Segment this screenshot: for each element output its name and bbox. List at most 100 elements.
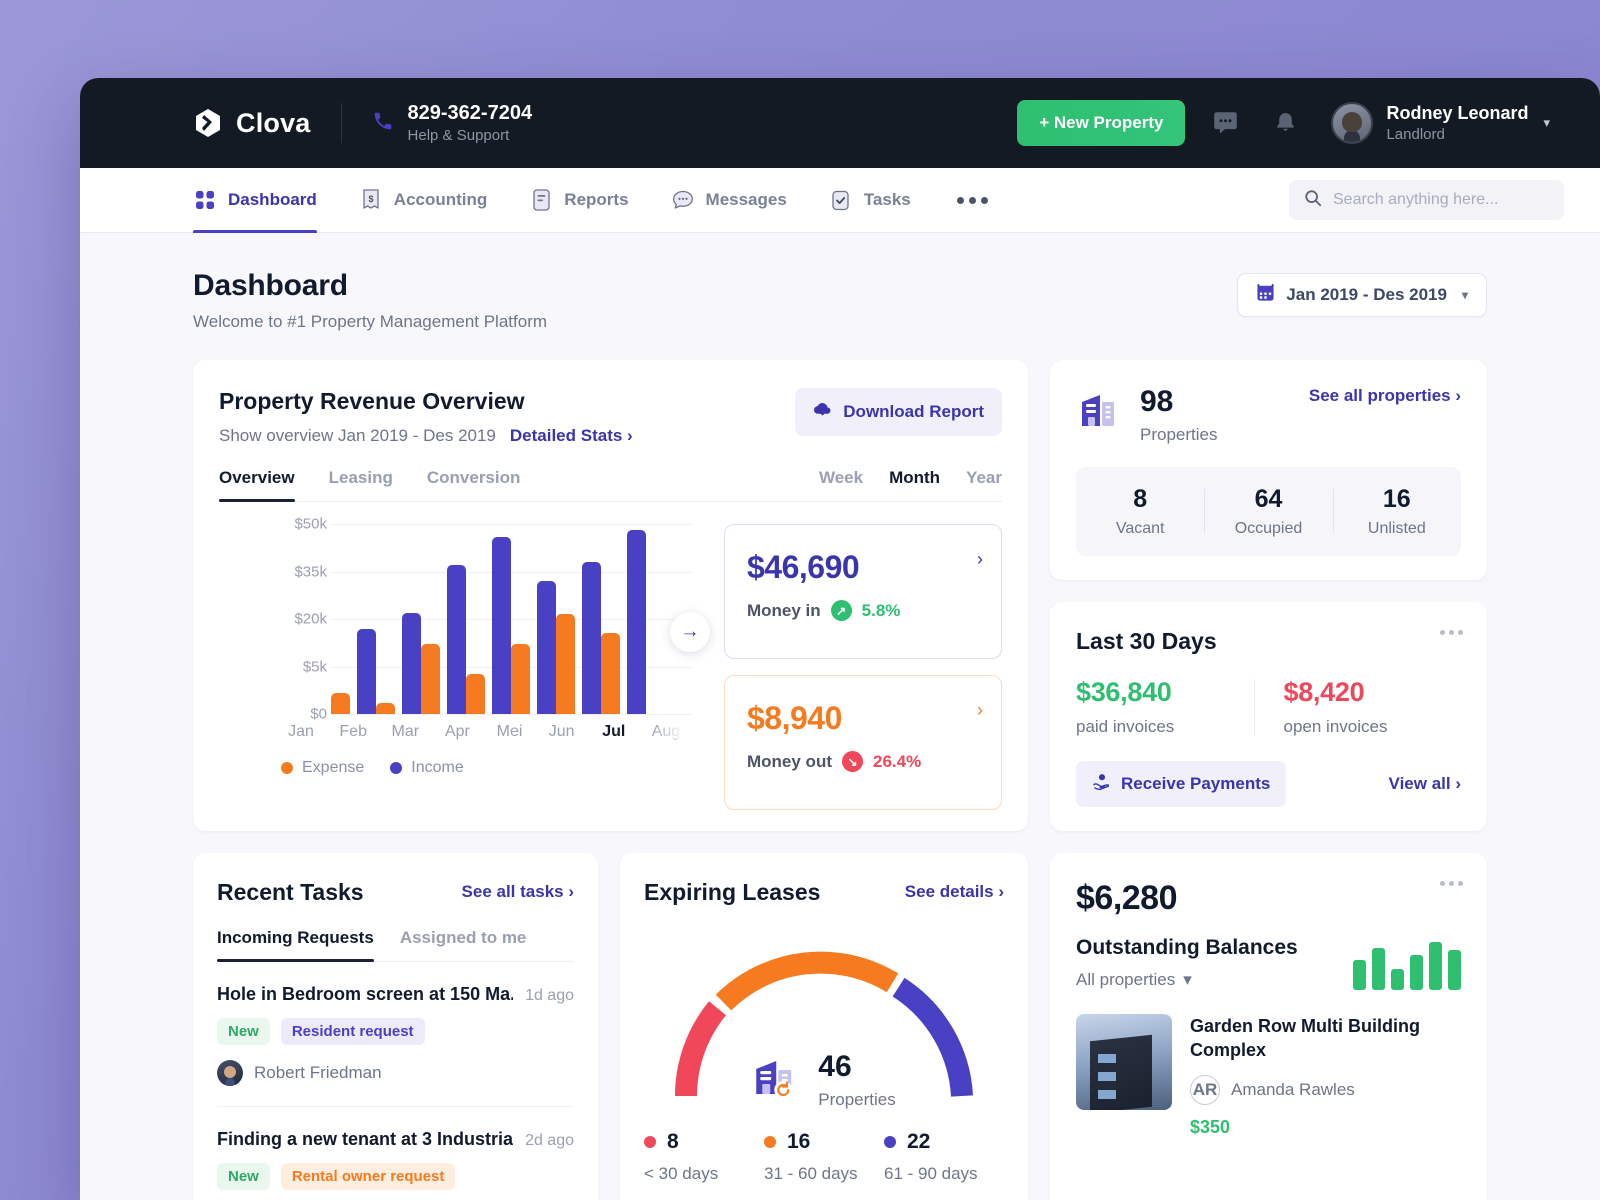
task-row[interactable]: Hole in Bedroom screen at 150 Ma... 1d a… [217, 962, 574, 1107]
more-options-icon[interactable] [1440, 630, 1463, 635]
search-input[interactable] [1333, 191, 1549, 209]
chart-bar-expense [556, 614, 575, 714]
tab-leasing[interactable]: Leasing [329, 468, 393, 501]
chevron-right-icon[interactable]: › [977, 700, 983, 721]
paid-invoices: $36,840 paid invoices [1076, 677, 1254, 737]
document-icon [529, 188, 553, 212]
revenue-subtitle: Show overview Jan 2019 - Des 2019 [219, 426, 496, 446]
new-property-button[interactable]: + New Property [1017, 100, 1185, 146]
see-details-link[interactable]: See details › [905, 882, 1004, 902]
leases-legend: 8 < 30 days 16 31 - 60 days [644, 1130, 1004, 1184]
outstanding-balances-card: $6,280 Outstanding Balances All properti… [1050, 853, 1487, 1200]
chart-bar-group [421, 524, 466, 714]
expiring-leases-title: Expiring Leases [644, 879, 820, 906]
avatar [1331, 102, 1373, 144]
chart-x-tick: Apr [431, 723, 483, 741]
gauge-arc-61-90 [899, 987, 962, 1096]
chart-x-tick: Feb [327, 723, 379, 741]
money-in-change: 5.8% [862, 601, 901, 621]
search-bar[interactable] [1289, 180, 1564, 220]
chart-y-tick: $50k [275, 516, 327, 533]
messages-icon[interactable] [1205, 103, 1245, 143]
tab-incoming-requests[interactable]: Incoming Requests [217, 928, 374, 961]
page-subtitle: Welcome to #1 Property Management Platfo… [193, 312, 547, 332]
task-chip-status: New [217, 1018, 270, 1045]
task-chip-type: Rental owner request [281, 1163, 456, 1190]
stat-vacant-label: Vacant [1076, 520, 1204, 538]
sparkline-bar [1353, 960, 1366, 990]
brand-logo[interactable]: Clova [193, 108, 311, 139]
chart-bar-group [601, 524, 646, 714]
balance-amount: $350 [1190, 1117, 1461, 1138]
app-window: Clova 829-362-7204 Help & Support + New … [80, 78, 1600, 1200]
balances-selector-value: All properties [1076, 970, 1175, 990]
nav-item-reports[interactable]: Reports [529, 168, 628, 233]
receipt-icon: $ [359, 188, 383, 212]
property-thumbnail [1076, 1014, 1172, 1110]
gauge-arc-31-60 [724, 962, 893, 1002]
legend-expense: Expense [281, 759, 364, 777]
chevron-right-icon[interactable]: › [977, 549, 983, 570]
nav-label-accounting: Accounting [394, 190, 488, 210]
stat-vacant: 8 Vacant [1076, 485, 1204, 538]
properties-count: 98 [1140, 386, 1217, 418]
tab-assigned-to-me[interactable]: Assigned to me [400, 928, 527, 961]
nav-item-tasks[interactable]: Tasks [829, 168, 911, 233]
user-menu[interactable]: Rodney Leonard Landlord ▾ [1331, 102, 1550, 145]
task-age: 2d ago [525, 1132, 574, 1150]
more-options-icon[interactable] [1440, 881, 1463, 886]
legend-color-expense [281, 762, 293, 774]
balances-sparkline [1353, 942, 1461, 990]
legend-61-90: 22 61 - 90 days [884, 1130, 1004, 1184]
view-all-link[interactable]: View all › [1389, 774, 1461, 794]
chart-x-tick: Jan [275, 723, 327, 741]
chart-bar-group [556, 524, 601, 714]
chevron-down-icon: ▾ [1543, 115, 1550, 131]
nav-item-dashboard[interactable]: Dashboard [193, 168, 317, 233]
revenue-title: Property Revenue Overview [219, 388, 633, 415]
task-row[interactable]: Finding a new tenant at 3 Industria... 2… [217, 1107, 574, 1200]
nav-item-messages[interactable]: Messages [671, 168, 787, 233]
chart-bar-group [331, 524, 376, 714]
chart-next-button[interactable]: → [670, 612, 710, 652]
see-all-properties-link[interactable]: See all properties › [1309, 386, 1461, 406]
chart-x-tick: Mar [379, 723, 431, 741]
svg-text:$: $ [368, 194, 373, 204]
stat-occupied-value: 64 [1204, 485, 1332, 514]
download-report-label: Download Report [843, 402, 984, 422]
sparkline-bar [1448, 950, 1461, 990]
page-header: Dashboard Welcome to #1 Property Managem… [193, 269, 1487, 332]
task-chip-status: New [217, 1163, 270, 1190]
date-range-picker[interactable]: Jan 2019 - Des 2019 ▾ [1237, 273, 1487, 317]
period-month[interactable]: Month [889, 468, 940, 488]
chart-bars [331, 524, 684, 714]
chart-x-tick: Mei [484, 723, 536, 741]
money-out-label: Money out [747, 752, 832, 772]
see-all-tasks-link[interactable]: See all tasks › [462, 882, 574, 902]
tab-conversion[interactable]: Conversion [427, 468, 521, 501]
detailed-stats-link[interactable]: Detailed Stats › [510, 426, 633, 446]
tab-overview[interactable]: Overview [219, 468, 295, 501]
receive-payments-button[interactable]: Receive Payments [1076, 761, 1286, 807]
nav-more-icon[interactable] [957, 197, 988, 204]
period-week[interactable]: Week [819, 468, 863, 488]
sparkline-bar [1410, 955, 1423, 990]
balance-list-item[interactable]: Garden Row Multi Building Complex AR Ama… [1076, 1014, 1461, 1161]
download-report-button[interactable]: Download Report [795, 388, 1002, 436]
clova-logo-icon [193, 108, 223, 138]
money-out-change: 26.4% [873, 752, 921, 772]
balances-property-selector[interactable]: All properties ▾ [1076, 970, 1298, 990]
gauge-arc-lt30 [686, 1008, 718, 1096]
money-in-card[interactable]: › $46,690 Money in ↗ 5.8% [724, 524, 1002, 659]
money-out-card[interactable]: › $8,940 Money out ↘ 26.4% [724, 675, 1002, 810]
period-year[interactable]: Year [966, 468, 1002, 488]
chart-bar-group [466, 524, 511, 714]
nav-item-accounting[interactable]: $ Accounting [359, 168, 488, 233]
header-divider [341, 103, 342, 143]
paid-invoices-label: paid invoices [1076, 717, 1244, 737]
chart-bar-expense [511, 644, 530, 714]
sparkline-bar [1391, 969, 1404, 990]
legend-color-income [390, 762, 402, 774]
notifications-bell-icon[interactable] [1265, 103, 1305, 143]
support-block[interactable]: 829-362-7204 Help & Support [372, 101, 533, 146]
